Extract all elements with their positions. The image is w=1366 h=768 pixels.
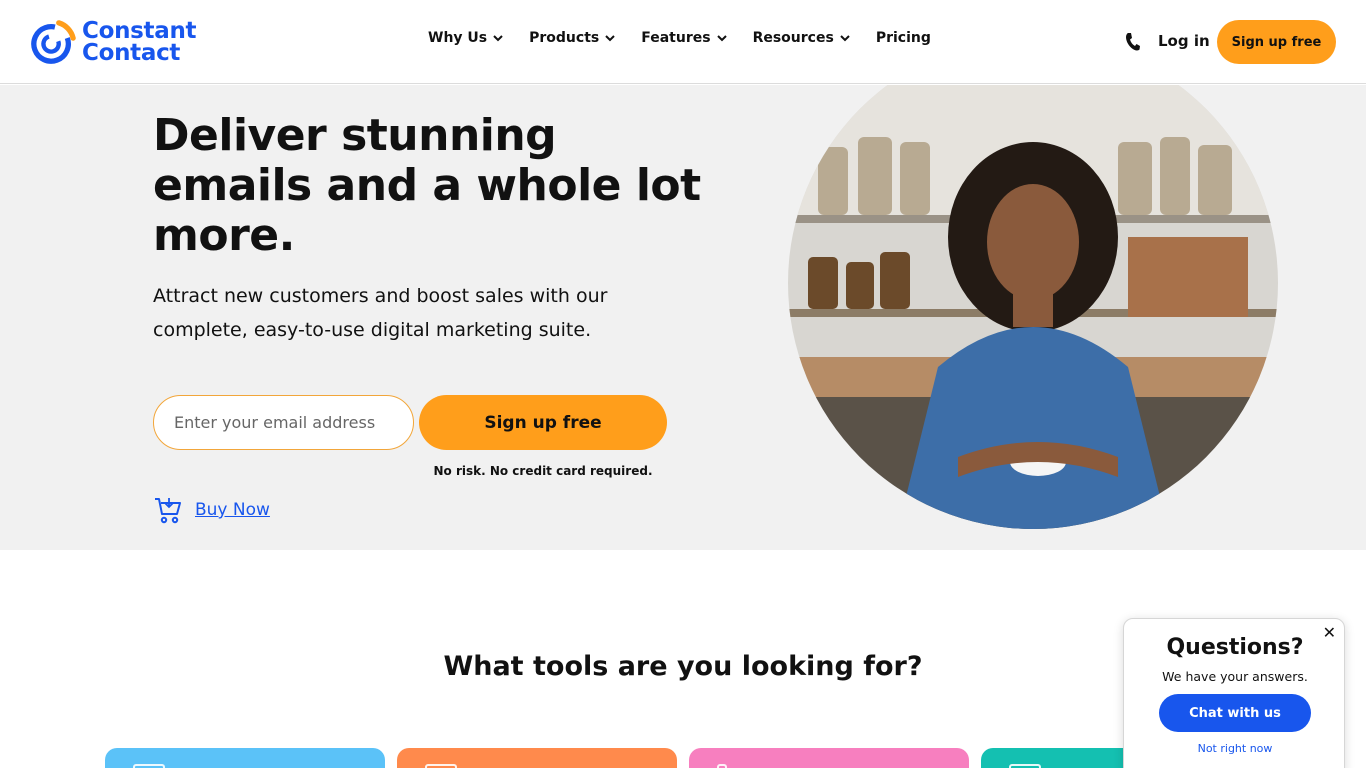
logo-text-line1: Constant <box>82 18 197 44</box>
ecommerce-icon <box>717 764 727 768</box>
website-icon <box>425 764 457 768</box>
nav-item-label: Resources <box>752 30 834 46</box>
cart-icon <box>155 498 181 524</box>
nav-item-label: Why Us <box>428 30 488 46</box>
constant-contact-logo[interactable]: Constant Contact <box>30 18 197 66</box>
logo-icon <box>31 20 76 64</box>
login-link[interactable]: Log in <box>1158 32 1210 50</box>
nav-item-label: Products <box>529 30 600 46</box>
nav-item-label: Features <box>641 30 711 46</box>
chevron-down-icon <box>840 35 850 42</box>
chat-subtitle: We have your answers. <box>1162 669 1308 684</box>
header-signup-button[interactable]: Sign up free <box>1217 20 1336 64</box>
chat-title: Questions? <box>1166 635 1304 660</box>
chat-widget: ✕ Questions? We have your answers. Chat … <box>1123 618 1345 768</box>
chevron-down-icon <box>493 35 503 42</box>
hero-subtitle: Attract new customers and boost sales wi… <box>153 285 608 341</box>
chevron-down-icon <box>716 35 727 42</box>
not-right-now-link[interactable]: Not right now <box>1124 742 1346 755</box>
nav-item-products[interactable]: Products <box>529 30 615 46</box>
nav-item-resources[interactable]: Resources <box>753 30 850 46</box>
chat-with-us-button[interactable]: Chat with us <box>1159 694 1311 732</box>
nav-item-features[interactable]: Features <box>641 30 727 46</box>
tool-card-2[interactable] <box>397 748 677 768</box>
signup-disclaimer: No risk. No credit card required. <box>433 464 653 478</box>
hero-signup-button[interactable]: Sign up free <box>419 395 667 450</box>
tool-card-1[interactable] <box>105 748 385 768</box>
phone-icon[interactable] <box>1124 32 1140 52</box>
nav-item-pricing[interactable]: Pricing <box>876 30 931 46</box>
buy-now-label: Buy Now <box>195 500 270 520</box>
nav-item-label: Pricing <box>875 30 931 46</box>
buy-now-link[interactable]: Buy Now <box>153 495 270 525</box>
social-icon <box>1009 764 1041 768</box>
hero-photo <box>788 85 1278 529</box>
hero-section: Deliver stunning emails and a whole lot … <box>0 85 1366 550</box>
logo-text-line2: Contact <box>82 40 181 66</box>
main-nav: Why Us Products Features Resources Prici… <box>428 30 931 46</box>
nav-item-why-us[interactable]: Why Us <box>428 30 503 46</box>
email-icon <box>133 764 165 768</box>
tool-card-3[interactable] <box>689 748 969 768</box>
chevron-down-icon <box>605 35 615 42</box>
site-header: Constant Contact Why Us Products Feature… <box>0 0 1366 84</box>
email-input[interactable] <box>153 395 414 450</box>
hero-title: Deliver stunning emails and a whole lot … <box>153 110 701 261</box>
